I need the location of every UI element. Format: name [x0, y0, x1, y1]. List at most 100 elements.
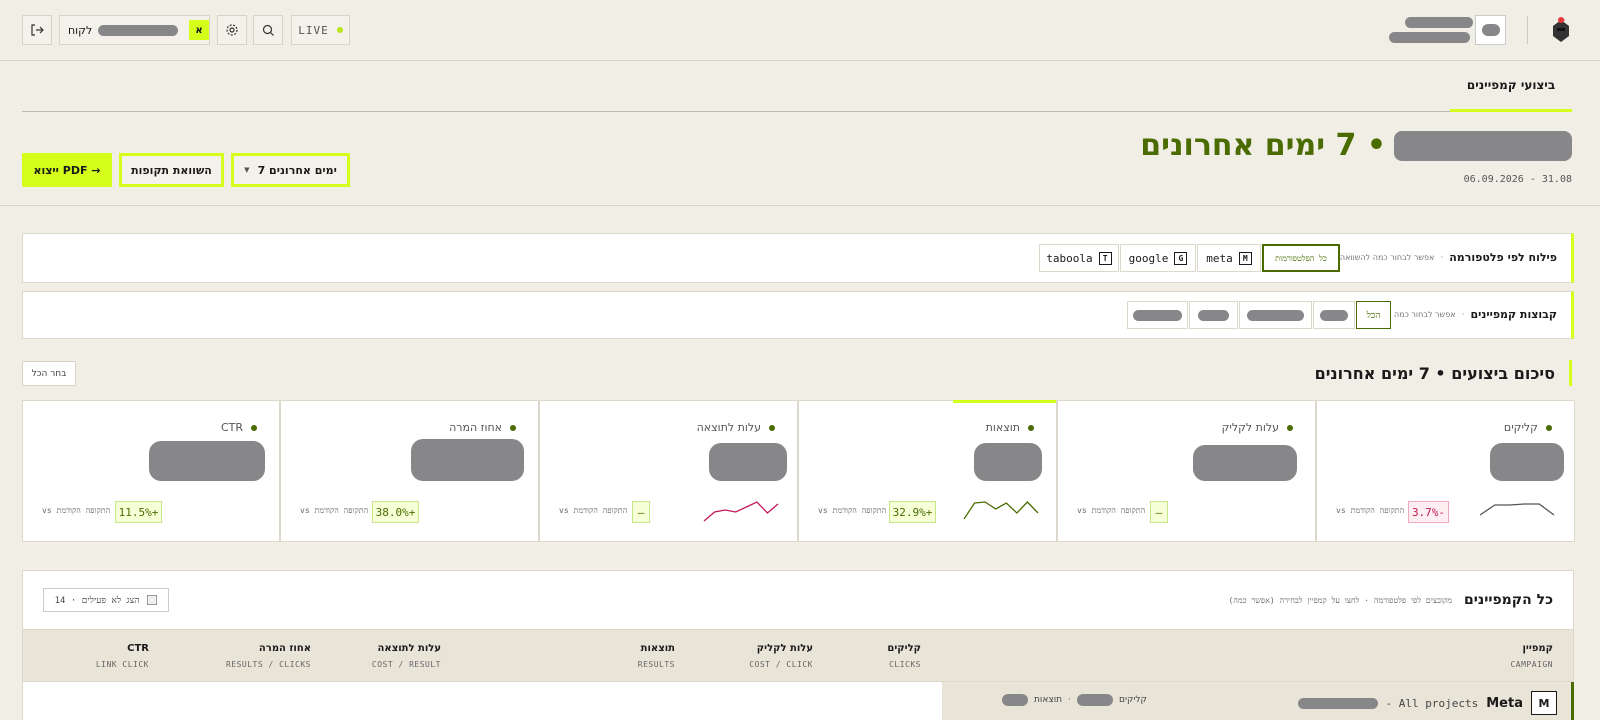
kpi-delta-value: 38.0%+: [375, 505, 416, 519]
google-logo-icon: G: [1174, 251, 1188, 265]
group-chip-all[interactable]: הכל: [1356, 301, 1391, 329]
live-label: LIVE: [298, 23, 329, 37]
campaign-groups-header: קבוצות קמפיינים · אפשר לבחור כמה: [1394, 308, 1557, 321]
kpi-vs-label: vs התקופה הקודמת: [1077, 506, 1146, 515]
column-header-results[interactable]: תוצאות RESULTS: [638, 643, 675, 669]
column-title: קמפיין: [1522, 643, 1554, 654]
column-sub: LINK CLICK: [95, 660, 149, 669]
gear-icon: [226, 24, 238, 36]
kpi-dot-icon: [251, 424, 257, 431]
separator-dot: ·: [1068, 695, 1071, 705]
summary-title-text: סיכום ביצועים • 7 ימים אחרונים: [1314, 363, 1555, 383]
page-title: • 7 ימים אחרונים: [1140, 128, 1572, 163]
platform-filter-panel: פילוח לפי פלטפורמה · אפשר לבחור כמה להשו…: [22, 233, 1574, 283]
kpi-card-conversion-rate[interactable]: אחוז המרה 38.0%+ vs התקופה הקודמת: [280, 400, 539, 542]
export-pdf-button[interactable]: ייצוא PDF →: [22, 153, 112, 187]
live-indicator[interactable]: LIVE: [291, 15, 350, 45]
search-icon: [262, 24, 274, 36]
tab-campaign-performance[interactable]: ביצועי קמפיינים: [1450, 74, 1572, 93]
column-header-cost-per-click[interactable]: עלות לקליק COST / CLICK: [749, 643, 813, 669]
chip-taboola[interactable]: taboola T: [1039, 244, 1119, 272]
kpi-label: CTR: [221, 421, 257, 434]
group-chip[interactable]: [1127, 301, 1188, 329]
chip-meta[interactable]: meta M: [1197, 244, 1261, 272]
live-dot-icon: [336, 27, 343, 33]
kpi-card-ctr[interactable]: CTR 11.5%+ vs התקופה הקודמת: [22, 400, 280, 542]
kpi-label-text: אחוז המרה: [449, 421, 502, 434]
kpi-dot-icon: [769, 424, 775, 431]
chip-google[interactable]: google G: [1120, 244, 1196, 272]
kpi-card-cost-per-result[interactable]: עלות לתוצאה — vs התקופה הקודמת: [539, 400, 798, 542]
platform-group-row[interactable]: M Meta - All projects קליקים · תוצאות: [942, 682, 1574, 720]
client-selector[interactable]: לקוח א: [59, 15, 210, 45]
campaigns-hint: מקובצים לפי פלטפורמה · לחצו על קמפיין לב…: [1228, 595, 1452, 605]
column-header-cost-per-result[interactable]: עלות לתוצאה COST / RESULT: [372, 643, 441, 669]
column-header-conversion-rate[interactable]: אחוז המרה RESULTS / CLICKS: [226, 643, 311, 669]
select-all-button[interactable]: בחר הכל: [22, 361, 76, 386]
column-title: עלות לקליק: [756, 643, 813, 654]
group-row-platform-name: Meta: [1486, 695, 1523, 711]
kpi-value-redacted: [974, 443, 1042, 481]
brand-logo-icon: [1553, 17, 1569, 42]
group-row-results-label: תוצאות: [1034, 695, 1063, 705]
campaigns-table-header: קמפיין CAMPAIGN קליקים CLICKS עלות לקליק CO…: [22, 630, 1574, 682]
kpi-delta-badge: —: [632, 501, 650, 523]
kpi-vs-label: vs התקופה הקודמת: [300, 506, 369, 515]
brand-logo: [1549, 16, 1573, 44]
group-chip[interactable]: [1313, 301, 1355, 329]
show-inactive-checkbox[interactable]: [147, 595, 158, 605]
group-chip-redacted: [1320, 309, 1348, 321]
kpi-label-text: תוצאות: [985, 421, 1020, 434]
sparkline-path: [1479, 503, 1555, 516]
kpi-value-redacted: [1490, 443, 1564, 481]
kpi-label-text: CTR: [220, 421, 243, 434]
chip-label: הכל: [1366, 310, 1381, 321]
logout-icon: [31, 24, 44, 36]
platform-filter-title: פילוח לפי פלטפורמה: [1449, 251, 1557, 264]
avatar-redacted: [1481, 24, 1500, 36]
group-row-results-redacted: [1002, 694, 1028, 706]
avatar[interactable]: [1475, 15, 1506, 45]
logout-button[interactable]: [22, 15, 52, 45]
kpi-value-redacted: [709, 443, 787, 481]
chip-label: כל הפלטפורמות: [1275, 253, 1327, 263]
chip-all-platforms[interactable]: כל הפלטפורמות: [1262, 244, 1340, 272]
group-chip[interactable]: [1239, 301, 1312, 329]
kpi-sparkline: [963, 501, 1039, 520]
kpi-card-results[interactable]: תוצאות 32.9%+ vs התקופה הקודמת: [798, 400, 1057, 542]
campaign-groups-panel: קבוצות קמפיינים · אפשר לבחור כמה הכל: [22, 291, 1574, 339]
kpi-dot-icon: [1287, 424, 1293, 431]
search-button[interactable]: [253, 15, 283, 45]
date-range: 06.09.2026 - 31.08: [1463, 174, 1572, 185]
date-range-select[interactable]: ▼ 7 ימים אחרונים: [231, 153, 350, 187]
group-row-stats: קליקים · תוצאות: [1002, 694, 1147, 706]
kpi-card-cost-per-click[interactable]: עלות לקליק — vs התקופה הקודמת: [1057, 400, 1316, 542]
campaigns-title: כל הקמפיינים: [1464, 592, 1553, 608]
column-title: CTR: [127, 643, 149, 654]
settings-button[interactable]: [217, 15, 247, 45]
campaign-groups-title: קבוצות קמפיינים: [1470, 308, 1557, 321]
meta-logo-icon: M: [1238, 251, 1252, 265]
kpi-delta-value: —: [1155, 505, 1163, 519]
page-title-suffix: • 7 ימים אחרונים: [1140, 128, 1386, 163]
kpi-delta-value: 3.7%-: [1411, 505, 1446, 519]
kpi-card-clicks[interactable]: קליקים 3.7%- vs התקופה הקודמת: [1316, 400, 1575, 542]
kpi-delta-badge: 11.5%+: [115, 501, 162, 523]
group-chip[interactable]: [1189, 301, 1238, 329]
summary-title: סיכום ביצועים • 7 ימים אחרונים: [1315, 360, 1572, 386]
tabs-divider: [22, 111, 1572, 112]
column-header-campaign[interactable]: קמפיין CAMPAIGN: [1510, 643, 1553, 669]
client-label: לקוח: [68, 23, 93, 37]
show-inactive-toggle[interactable]: הצג לא פעילים · 14: [43, 588, 169, 612]
kpi-delta-badge: —: [1150, 501, 1168, 523]
column-sub: COST / CLICK: [749, 660, 813, 669]
chip-label: meta: [1206, 251, 1233, 265]
compare-periods-button[interactable]: השוואת תקופות: [119, 153, 224, 187]
table-data-area: [22, 682, 942, 720]
group-row-projects: - All projects: [1385, 696, 1479, 710]
column-header-clicks[interactable]: קליקים CLICKS: [887, 643, 921, 669]
column-header-ctr[interactable]: CTR LINK CLICK: [96, 643, 149, 669]
topbar-divider: [0, 60, 1600, 61]
kpi-delta-value: —: [637, 505, 645, 519]
tab-label: ביצועי קמפיינים: [1466, 78, 1556, 92]
